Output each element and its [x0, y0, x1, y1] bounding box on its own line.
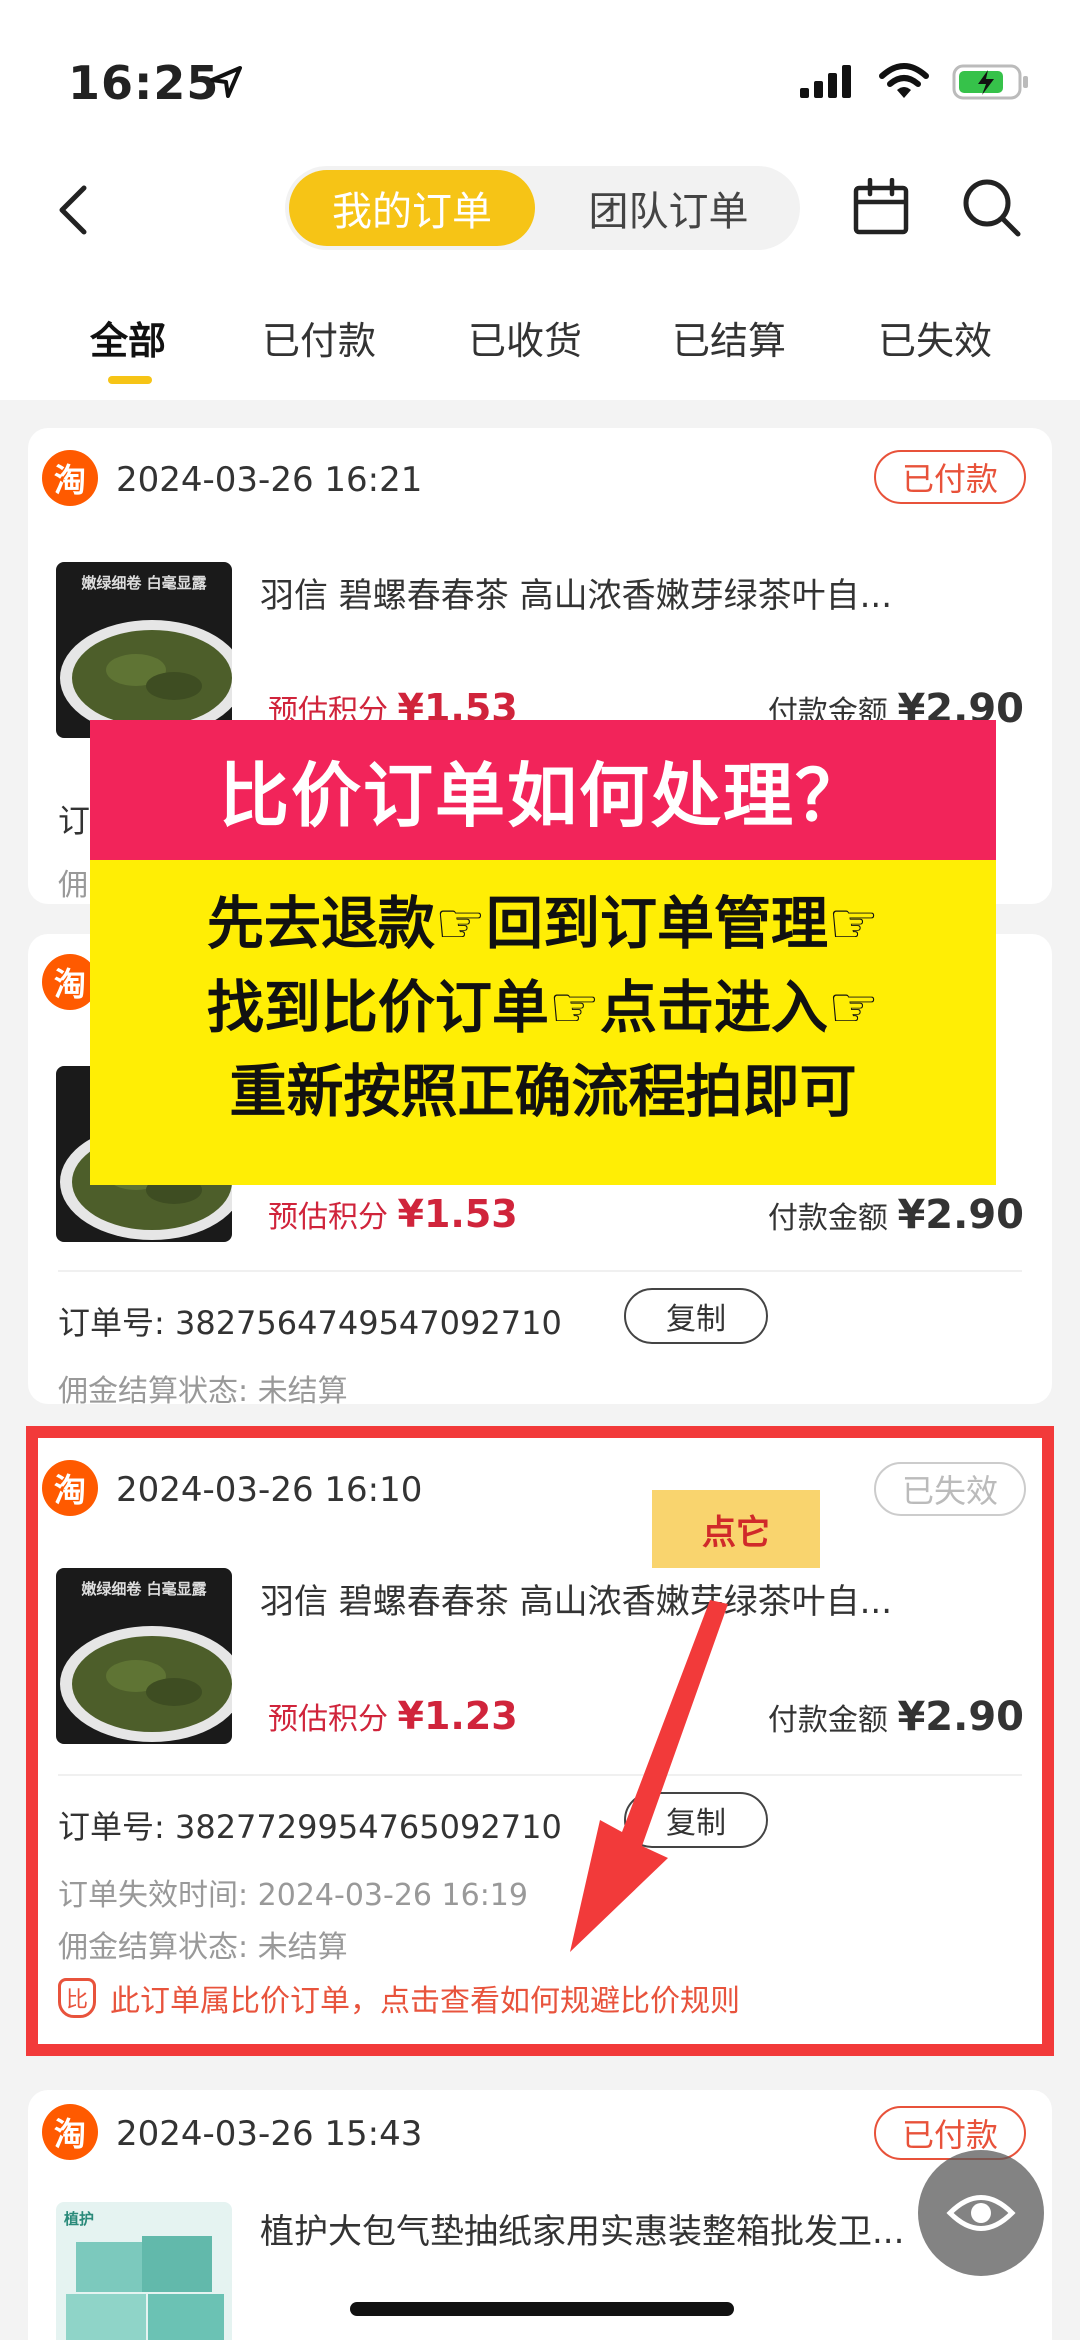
overlay-title: 比价订单如何处理？ [90, 720, 996, 860]
eye-icon [946, 2195, 1016, 2231]
arrow-icon [570, 1600, 728, 1952]
copy-button[interactable]: 复制 [624, 1288, 768, 1344]
commission-label: 佣 [58, 868, 88, 903]
status-time: 16:25 [68, 56, 220, 110]
tab-received[interactable]: 已收货 [468, 310, 582, 365]
paid-amount: 付款金额 ¥2.90 [768, 1192, 1024, 1238]
taobao-icon: 淘 [42, 450, 98, 506]
tab-all[interactable]: 全部 [90, 310, 166, 365]
order-number: 订单号: 3827564749547092710 [58, 1304, 562, 1342]
estimated-points: 预估积分 ¥1.53 [268, 1192, 518, 1236]
points-label: 预估积分 [268, 1200, 388, 1235]
product-image[interactable]: 植护 [56, 2202, 232, 2340]
overlay-instructions: 先去退款☞回到订单管理☞ 找到比价订单☞点击进入☞ 重新按照正确流程拍即可 [90, 860, 996, 1185]
product-title[interactable]: 羽信 碧螺春春茶 高山浓香嫩芽绿茶叶自... [260, 568, 980, 617]
wifi-icon [879, 63, 929, 98]
taobao-icon: 淘 [42, 2104, 98, 2160]
tab-my-orders[interactable]: 我的订单 [289, 170, 535, 246]
battery-icon [952, 64, 1028, 100]
eye-button[interactable] [918, 2150, 1044, 2276]
status-badge: 已付款 [874, 450, 1026, 504]
tab-invalid[interactable]: 已失效 [878, 310, 992, 365]
nav-bar: 我的订单 团队订单 [0, 150, 1080, 280]
paid-label: 付款金额 [767, 1201, 888, 1236]
instruction-line: 重新按照正确流程拍即可 [229, 1059, 857, 1125]
product-title[interactable]: 植护大包气垫抽纸家用实惠装整箱批发卫... [260, 2204, 980, 2253]
instruction-line: 先去退款☞回到订单管理☞ [206, 891, 880, 957]
status-bar: 16:25 [0, 0, 1080, 150]
tab-team-orders[interactable]: 团队订单 [541, 170, 796, 246]
location-arrow-icon [210, 66, 242, 98]
status-badge: 已付款 [874, 2106, 1026, 2160]
order-type-switch: 我的订单 团队订单 [285, 166, 800, 250]
instruction-line: 找到比价订单☞点击进入☞ [206, 975, 880, 1041]
highlight-box [26, 1426, 1054, 2056]
points-value: ¥1.53 [397, 1192, 518, 1236]
search-icon[interactable] [960, 176, 1022, 238]
order-number-label: 订 [58, 802, 91, 840]
tab-settled[interactable]: 已结算 [672, 310, 786, 365]
commission-status: 佣金结算状态: 未结算 [58, 1374, 348, 1404]
filter-tabs: 全部 已付款 已收货 已结算 已失效 [0, 280, 1080, 400]
back-arrow-icon[interactable] [46, 180, 106, 240]
home-indicator [350, 2302, 734, 2316]
calendar-icon[interactable] [852, 178, 910, 236]
paid-value: ¥2.90 [897, 1192, 1024, 1238]
tab-paid[interactable]: 已付款 [262, 310, 376, 365]
signal-icon [800, 65, 851, 98]
active-tab-indicator [108, 376, 152, 384]
order-datetime: 2024-03-26 16:21 [116, 460, 423, 500]
product-image-caption: 嫩绿细卷 白毫显露 [81, 574, 207, 592]
divider [58, 1270, 1022, 1272]
tap-here-label: 点它 [652, 1490, 820, 1568]
product-image[interactable]: 嫩绿细卷 白毫显露 [56, 562, 232, 738]
order-datetime: 2024-03-26 15:43 [116, 2114, 423, 2154]
